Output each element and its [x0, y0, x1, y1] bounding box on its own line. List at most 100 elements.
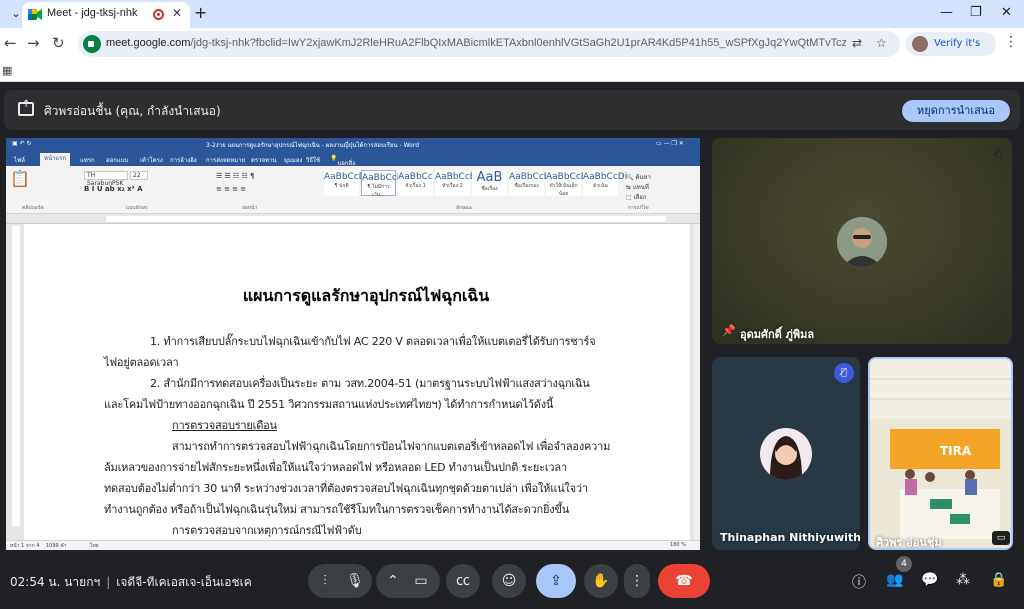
captions-icon[interactable]: ㏄ — [446, 564, 480, 598]
group-label-clipboard: คลิปบอร์ด — [22, 205, 44, 211]
raise-hand-icon[interactable]: ✋ — [584, 564, 618, 598]
font-size-box: 22 — [130, 171, 148, 180]
presenting-banner: ศิวพรอ่อนชื้น (คุณ, กำลังนำเสนอ) หยุดการ… — [4, 90, 1020, 130]
url-text[interactable]: meet.google.com/jdg-tksj-nhk?fbclid=IwY2… — [106, 37, 846, 49]
browser-tab-bar: ⌄ Meet - jdg-tksj-nhk ✕ + — ❐ ✕ — [0, 0, 1024, 28]
reload-icon[interactable]: ↻ — [52, 34, 65, 52]
avatar — [837, 217, 887, 267]
word-scrollbar — [694, 224, 700, 540]
meeting-details: 02:54 น. นายกฯ | เจดีจี-ทีเคเอสเจ-เอ็นเอชเ… — [10, 575, 252, 589]
word-status-bar: หน้า 1 จาก 4 1099 คำ ไทย 180 % — [6, 540, 700, 550]
style-subtle-emphasis: AaBbCcDi ทำให้เน้นเล็กน้อย — [546, 170, 591, 197]
verify-identity-chip[interactable]: Verify it's you — [906, 32, 996, 73]
status-language: ไทย — [90, 543, 99, 549]
close-window-icon[interactable]: ✕ — [1001, 5, 1012, 20]
pin-icon: 📌 — [722, 324, 736, 337]
profile-avatar — [912, 36, 928, 52]
paragraph-icons: ☰ ☰ ☷ ☷ ¶ — [216, 172, 255, 180]
mic-off-icon: 🎙̸ — [834, 363, 854, 383]
word-tab-references: การอ้างอิง — [170, 157, 197, 164]
participant-tile-self[interactable]: TIRA ศิวพร อ่อนชุ่ม ▭ — [868, 357, 1013, 550]
word-search-hint: 💡 บอกสิ่งที่คุณต้องการทำ — [330, 155, 358, 197]
end-call-icon[interactable]: ☎ — [658, 564, 710, 598]
group-label-styles: ลักษณะ — [456, 205, 473, 211]
info-icon[interactable]: ⓘ — [852, 572, 866, 592]
replace-command: ⇆ แทนที่ — [626, 184, 649, 191]
more-options-icon[interactable]: ⋮ — [624, 564, 650, 598]
word-page: แผนการดูแลรักษาอุปกรณ์ไฟฉุกเฉิน 1. ทำการ… — [24, 224, 690, 544]
new-tab-icon[interactable]: + — [194, 3, 207, 22]
word-tab-insert: แทรก — [80, 157, 95, 164]
select-command: ⬚ เลือก — [626, 194, 647, 201]
doc-line-3: 2. สำนักมีการทดสอบเครื่องเป็นระยะ ตาม วส… — [150, 377, 590, 390]
back-icon[interactable]: ← — [4, 34, 17, 52]
minimize-icon[interactable]: — — [940, 5, 953, 20]
meet-favicon-icon — [28, 9, 42, 20]
participant-tile[interactable]: 🎙̸ Thinaphan Nithiyuwith — [712, 357, 860, 550]
bookmark-bar: ▦ — [0, 60, 1024, 82]
word-tab-review: ตรวจทาน — [251, 157, 277, 164]
group-label-paragraph: ย่อหน้า — [242, 205, 258, 211]
doc-line-6: สามารถทำการตรวจสอบไฟฟ้าฉุกเฉินโดยการป้อน… — [172, 440, 611, 453]
word-ruler — [6, 214, 700, 224]
style-heading-1: AaBbCc หัวเรื่อง 1 — [398, 170, 433, 196]
address-bar[interactable]: meet.google.com/jdg-tksj-nhk?fbclid=IwY2… — [78, 31, 900, 57]
avatar-photo-icon — [837, 217, 887, 267]
align-icons: ≡ ≡ ≡ ≡ — [216, 185, 247, 193]
site-info-icon[interactable] — [83, 35, 101, 53]
doc-line-5: การตรวจสอบรายเดือน — [172, 419, 277, 432]
browser-tab-meet[interactable]: Meet - jdg-tksj-nhk ✕ — [22, 2, 190, 28]
mic-off-icon: 🎙̸ — [994, 148, 1001, 159]
stop-presenting-button[interactable]: หยุดการนำเสนอ — [902, 100, 1010, 122]
bookmark-star-icon[interactable]: ☆ — [876, 36, 887, 50]
host-controls-icon[interactable]: 🔒 — [990, 572, 1007, 588]
word-tab-home: หน้าแรก — [40, 153, 71, 166]
meeting-time: 02:54 น. นายกฯ — [10, 575, 101, 589]
participant-name: Thinaphan Nithiyuwith — [720, 531, 860, 544]
chat-icon[interactable]: 💬 — [921, 572, 938, 588]
microphone-icon[interactable]: 🎙 — [338, 564, 372, 598]
word-ribbon: 📋 TH SarabunPSK 22 B I U ab x₂ x² A ☰ ☰ … — [6, 166, 700, 214]
group-label-font: แบบอักษร — [126, 205, 148, 211]
doc-line-7: ล้มเหลวของการจ่ายไฟสักระยะหนึ่งเพื่อให้แ… — [104, 461, 567, 474]
camera-icon[interactable]: ▭ — [404, 564, 438, 598]
avatar-photo-icon — [760, 428, 812, 480]
people-icon[interactable]: 👥 — [886, 572, 903, 588]
meet-control-bar: 02:54 น. นายกฯ | เจดีจี-ทีเคเอสเจ-เอ็นเอชเ… — [0, 556, 1024, 609]
emoji-icon[interactable]: ☺ — [492, 564, 526, 598]
meeting-code: เจดีจี-ทีเคเอสเจ-เอ็นเอชเค — [116, 575, 252, 589]
browser-toolbar: ← → ↻ meet.google.com/jdg-tksj-nhk?fbcli… — [0, 28, 1024, 73]
style-subtitle: AaBbCcE ชื่อเรื่องรอง — [509, 170, 549, 196]
word-ribbon-tabs: ไฟล์ หน้าแรก แทรก ออกแบบ เค้าโครง การอ้า… — [6, 152, 700, 197]
restore-icon[interactable]: ❐ — [970, 5, 982, 20]
translate-icon[interactable]: ⇄ — [852, 36, 862, 50]
font-format-icons: B I U ab x₂ x² A — [84, 185, 143, 193]
doc-line-4: และโคมไฟป้ายทางออกฉุกเฉิน ปี 2551 วิศวกร… — [104, 398, 554, 411]
tab-close-icon[interactable]: ✕ — [172, 6, 182, 20]
style-title: AaB ชื่อเรื่อง — [472, 170, 507, 196]
doc-line-8: ทดสอบต้องไม่ต่ำกว่า 30 นาที ระหว่างช่วงเ… — [104, 482, 588, 495]
status-words: 1099 คำ — [46, 543, 67, 549]
apps-grid-icon[interactable]: ▦ — [2, 64, 12, 77]
recording-indicator-icon — [153, 9, 164, 20]
word-tab-file: ไฟล์ — [14, 157, 25, 164]
camera-feed-image: TIRA — [870, 359, 1011, 548]
participant-tile-pinned[interactable]: 🎙̸ 📌 อุดมศักดิ์ ภู่พิมล — [712, 138, 1012, 344]
activities-icon[interactable]: ⁂ — [956, 572, 970, 588]
font-name-box: TH SarabunPSK — [84, 171, 128, 187]
participant-name: ศิวพร อ่อนชุ่ม — [876, 536, 942, 549]
tira-wall-sign: TIRA — [940, 444, 972, 458]
presenting-screen-icon: ▭ — [992, 531, 1010, 545]
style-emphasis: AaBbCcDi ตัวเน้น — [583, 170, 627, 196]
word-tab-design: ออกแบบ — [106, 157, 129, 164]
word-tab-help: วิธีใช้ — [306, 157, 321, 164]
doc-line-1: 1. ทำการเสียบปลั๊กระบบไฟฉุกเฉินเข้ากับไฟ… — [150, 335, 596, 348]
tab-title: Meet - jdg-tksj-nhk — [47, 7, 138, 19]
word-tab-view: มุมมอง — [284, 157, 303, 164]
present-icon[interactable]: ⇪ — [536, 564, 576, 598]
forward-icon[interactable]: → — [27, 34, 40, 52]
participant-name: อุดมศักดิ์ ภู่พิมล — [740, 328, 815, 341]
group-label-editing: การแก้ไข — [628, 205, 649, 211]
browser-menu-icon[interactable]: ⋮ — [1004, 34, 1018, 50]
audio-level-icon[interactable]: ⫶ — [308, 564, 342, 598]
